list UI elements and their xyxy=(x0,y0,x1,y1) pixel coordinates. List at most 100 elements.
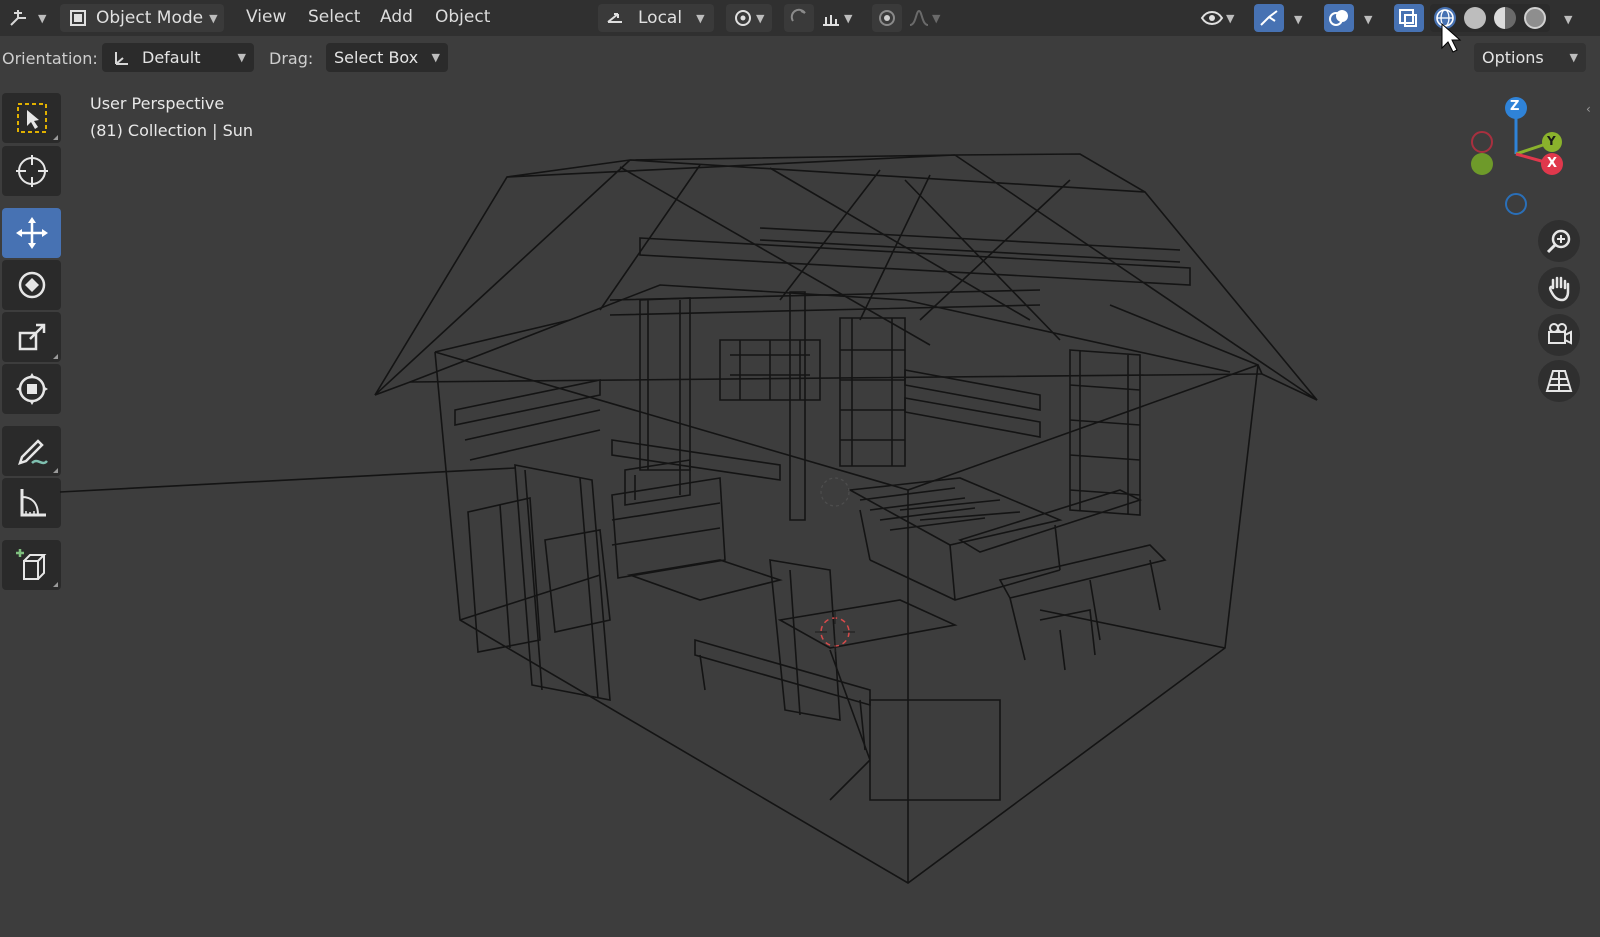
right-counter xyxy=(958,489,1143,553)
chevron-down-icon: ▼ xyxy=(209,11,218,25)
roof-ridges xyxy=(374,154,1318,401)
gizmo-y-label: Y xyxy=(1547,134,1556,148)
camera-view-button[interactable] xyxy=(1538,314,1580,356)
perspective-toggle-button[interactable] xyxy=(1538,360,1580,402)
chevron-down-icon[interactable]: ▼ xyxy=(1294,13,1302,26)
viewport-header: ▼ Object Mode ▼ View Select Add Object L… xyxy=(0,0,1600,36)
menu-add[interactable]: Add xyxy=(380,7,413,27)
wireframe-shading-button[interactable] xyxy=(1434,7,1456,29)
add-cube-icon xyxy=(15,549,46,580)
roof-beam-2 xyxy=(759,227,1181,263)
add-cube-tool[interactable] xyxy=(2,540,61,590)
back-post-left xyxy=(639,297,691,471)
sidebar-toggle-icon[interactable]: ‹ xyxy=(1586,102,1591,116)
orientation-value: Default xyxy=(142,48,201,67)
menu-object[interactable]: Object xyxy=(435,7,490,27)
roof-beam-1 xyxy=(639,237,1191,286)
front-table xyxy=(777,599,958,649)
gizmo-x-label: X xyxy=(1547,156,1558,171)
perspective-grid-icon xyxy=(1545,370,1573,392)
select-box-tool[interactable] xyxy=(2,93,61,143)
eye-icon xyxy=(1200,11,1224,25)
navigation-gizmo[interactable]: Z Y X xyxy=(1460,94,1570,216)
object-mode-icon xyxy=(70,10,86,26)
magnifier-zoom-icon xyxy=(1546,229,1571,254)
move-tool[interactable] xyxy=(2,208,61,258)
orientation-axes-icon xyxy=(115,51,128,65)
door-frame-left xyxy=(514,464,611,701)
transform-space-label: Local xyxy=(638,8,683,28)
snap-target-button[interactable]: ▼ xyxy=(816,4,862,32)
room-back-edges xyxy=(434,304,1259,366)
tool-variants-indicator xyxy=(53,468,58,473)
roof-eave xyxy=(374,373,1263,396)
view-name: User Perspective xyxy=(90,94,225,113)
chevron-down-icon: ▼ xyxy=(1569,51,1578,64)
menu-view[interactable]: View xyxy=(246,7,286,27)
light-direction-line xyxy=(59,467,516,493)
transform-tool[interactable] xyxy=(2,364,61,414)
orientation-selector[interactable]: Default ▼ xyxy=(102,43,254,72)
magnet-icon xyxy=(790,8,806,22)
move-arrows-icon xyxy=(15,217,48,249)
rotate-tool[interactable] xyxy=(2,260,61,310)
overlays-toggle[interactable] xyxy=(1324,4,1354,32)
select-box-icon xyxy=(16,103,47,133)
chevron-down-icon: ▼ xyxy=(844,11,853,25)
back-post-center xyxy=(789,291,806,521)
chevron-down-icon: ▼ xyxy=(38,11,47,25)
shelf-unit-back xyxy=(839,317,906,467)
snap-toggle[interactable] xyxy=(784,4,814,32)
scale-icon xyxy=(18,323,45,351)
desk-left xyxy=(611,477,726,579)
wireframe-scene xyxy=(59,22,1462,884)
annotate-pencil-icon xyxy=(17,439,48,465)
roof-outline xyxy=(374,153,1318,401)
chevron-down-icon: ▼ xyxy=(431,51,440,64)
tool-variants-indicator xyxy=(53,135,58,140)
solid-shading-button[interactable] xyxy=(1464,7,1486,29)
local-axes-icon xyxy=(607,13,622,23)
overlays-icon xyxy=(1329,10,1348,26)
pan-button[interactable] xyxy=(1538,267,1580,309)
transform-orientation-selector[interactable]: Local ▼ xyxy=(598,4,714,32)
falloff-button[interactable]: ▼ xyxy=(904,4,950,32)
left-wall-shelves xyxy=(454,379,601,461)
gizmo-toggle[interactable] xyxy=(1254,4,1284,32)
options-button[interactable]: Options ▼ xyxy=(1474,43,1586,72)
chevron-down-icon[interactable]: ▼ xyxy=(1564,13,1572,26)
measure-ruler-icon xyxy=(20,489,46,517)
right-table xyxy=(998,544,1167,661)
xray-toggle[interactable] xyxy=(1394,4,1424,32)
front-cabinet xyxy=(829,649,1001,801)
visibility-button[interactable]: ▼ xyxy=(1196,4,1242,32)
mode-selector[interactable]: Object Mode ▼ xyxy=(60,4,224,32)
chevron-down-icon: ▼ xyxy=(696,11,705,25)
mode-label: Object Mode xyxy=(96,8,204,28)
tool-variants-indicator xyxy=(53,354,58,359)
rendered-shading-button[interactable] xyxy=(1524,7,1546,29)
pivot-point-button[interactable]: ▼ xyxy=(726,4,772,32)
scale-tool[interactable] xyxy=(2,312,61,362)
measure-tool[interactable] xyxy=(2,478,61,528)
material-preview-button[interactable] xyxy=(1494,7,1516,29)
proportional-editing-toggle[interactable] xyxy=(872,4,902,32)
hand-pan-icon xyxy=(1548,276,1570,302)
drag-label: Drag: xyxy=(269,49,314,68)
roof-trusses xyxy=(599,164,1071,346)
3d-cursor-icon xyxy=(15,155,48,187)
drawer-unit xyxy=(624,459,691,506)
chevron-down-icon: ▼ xyxy=(237,51,246,64)
floor-edges xyxy=(459,574,1226,649)
drag-selector[interactable]: Select Box ▼ xyxy=(326,43,448,72)
cursor-tool[interactable] xyxy=(2,146,61,196)
wall-top-edge xyxy=(434,351,1263,491)
zoom-button[interactable] xyxy=(1538,220,1580,262)
annotate-tool[interactable] xyxy=(2,426,61,476)
editor-type-button[interactable]: ▼ xyxy=(4,4,50,32)
transform-icon xyxy=(15,373,48,405)
center-post xyxy=(769,559,841,721)
3d-cursor-crosshair xyxy=(815,612,855,652)
chevron-down-icon[interactable]: ▼ xyxy=(1364,13,1372,26)
menu-select[interactable]: Select xyxy=(308,7,360,27)
